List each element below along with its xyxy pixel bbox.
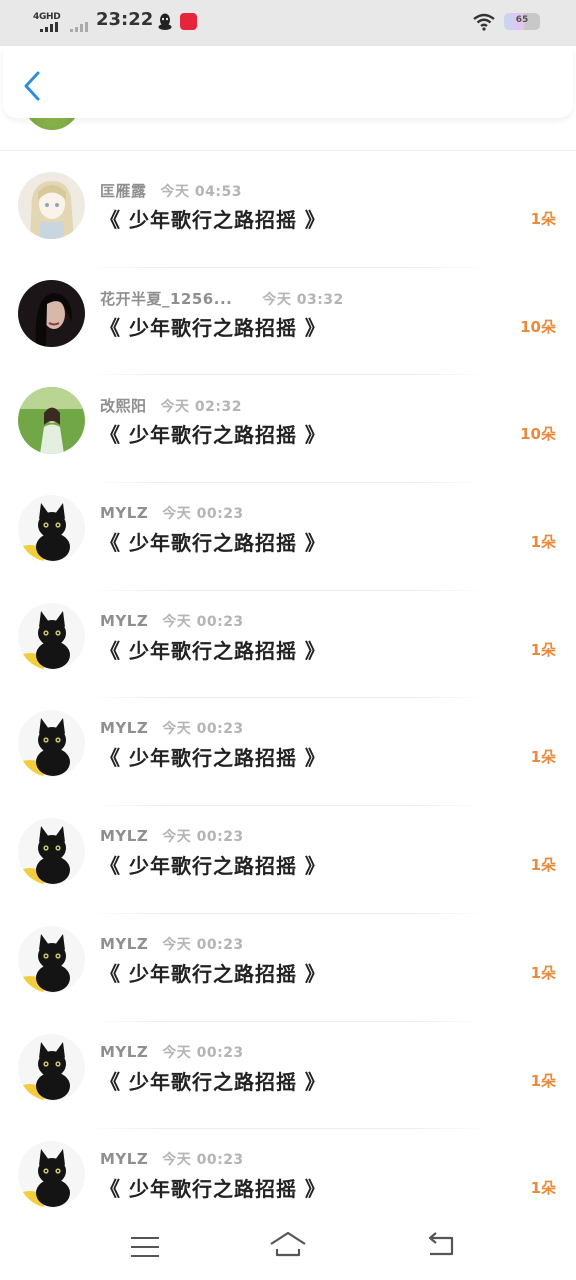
user-name[interactable]: MYLZ <box>100 827 148 845</box>
user-name[interactable]: 改熙阳 <box>100 397 147 415</box>
user-name[interactable]: MYLZ <box>100 1043 148 1061</box>
signal-icon <box>40 22 58 32</box>
avatar[interactable] <box>18 1033 85 1101</box>
item-meta: 匡雁露 今天 04:53 <box>100 180 242 202</box>
list-item[interactable]: MYLZ 今天 00:23 《 少年歌行之路招摇 》 1朵 <box>0 591 576 699</box>
item-meta: MYLZ 今天 00:23 <box>100 503 244 525</box>
status-bar: 4GHD 23:22 65 <box>0 0 576 46</box>
avatar[interactable] <box>18 818 85 886</box>
timestamp: 今天 02:32 <box>160 399 242 416</box>
book-title: 《 少年歌行之路招摇 》 <box>100 315 326 340</box>
flower-count: 1朵 <box>530 748 556 767</box>
user-name[interactable]: 匡雁露 <box>100 182 147 200</box>
network-type: 4GHD <box>33 12 61 22</box>
timestamp: 今天 00:23 <box>162 1152 244 1169</box>
item-meta: MYLZ 今天 00:23 <box>100 718 244 740</box>
user-name[interactable]: MYLZ <box>100 504 148 522</box>
book-title: 《 少年歌行之路招摇 》 <box>100 961 326 986</box>
item-meta: MYLZ 今天 00:23 <box>100 934 244 956</box>
book-title: 《 少年歌行之路招摇 》 <box>100 746 326 771</box>
book-title: 《 少年歌行之路招摇 》 <box>100 531 326 556</box>
signal-icon-2 <box>70 22 88 32</box>
user-name[interactable]: MYLZ <box>100 612 148 630</box>
timestamp: 今天 00:23 <box>162 613 244 630</box>
flower-count: 10朵 <box>520 317 556 336</box>
timestamp: 今天 03:32 <box>262 291 344 308</box>
timestamp: 今天 00:23 <box>162 829 244 846</box>
battery-level: 65 <box>515 15 529 25</box>
flower-count: 10朵 <box>520 425 556 444</box>
list-item[interactable]: MYLZ 今天 00:23 《 少年歌行之路招摇 》 1朵 <box>0 806 576 914</box>
list-item[interactable]: 花开半夏_1256... 今天 03:32 《 少年歌行之路招摇 》 10朵 <box>0 268 576 376</box>
wifi-icon <box>473 13 495 31</box>
book-title: 《 少年歌行之路招摇 》 <box>100 208 326 232</box>
item-meta: 改熙阳 今天 02:32 <box>100 395 242 417</box>
battery-icon: 65 <box>504 13 540 30</box>
flower-count: 1朵 <box>530 1071 556 1090</box>
user-name[interactable]: MYLZ <box>100 935 148 953</box>
avatar[interactable] <box>18 495 85 563</box>
qq-icon <box>158 13 172 30</box>
avatar[interactable] <box>18 279 85 347</box>
avatar[interactable] <box>18 925 85 993</box>
item-meta: MYLZ 今天 00:23 <box>100 1149 244 1171</box>
book-title: 《 少年歌行之路招摇 》 <box>100 1177 326 1202</box>
timestamp: 今天 00:23 <box>162 1044 244 1061</box>
divider <box>0 150 576 151</box>
avatar[interactable] <box>18 387 85 455</box>
timestamp: 今天 00:23 <box>162 936 244 953</box>
user-name[interactable]: MYLZ <box>100 1150 148 1168</box>
gift-list: 匡雁露 今天 04:53 《 少年歌行之路招摇 》 1朵 花开半夏_1256... 今天 … <box>0 160 576 1237</box>
list-item[interactable]: 匡雁露 今天 04:53 《 少年歌行之路招摇 》 1朵 <box>0 160 576 268</box>
book-title: 《 少年歌行之路招摇 》 <box>100 423 326 448</box>
system-nav-bar <box>0 1220 576 1280</box>
user-name[interactable]: MYLZ <box>100 719 148 737</box>
avatar[interactable] <box>18 602 85 670</box>
status-time: 23:22 <box>96 9 154 30</box>
back-icon[interactable] <box>424 1232 456 1260</box>
chevron-left-icon[interactable] <box>19 70 45 102</box>
item-meta: MYLZ 今天 00:23 <box>100 826 244 848</box>
item-meta: 花开半夏_1256... 今天 03:32 <box>100 288 344 310</box>
avatar[interactable] <box>18 1141 85 1209</box>
item-meta: MYLZ 今天 00:23 <box>100 611 244 633</box>
timestamp: 今天 00:23 <box>162 721 244 738</box>
flower-count: 1朵 <box>530 210 556 228</box>
app-notification-icon <box>180 13 197 30</box>
item-meta: MYLZ 今天 00:23 <box>100 1042 244 1064</box>
home-icon[interactable] <box>268 1230 308 1262</box>
flower-count: 1朵 <box>530 856 556 875</box>
list-item[interactable]: MYLZ 今天 00:23 《 少年歌行之路招摇 》 1朵 <box>0 483 576 591</box>
list-item[interactable]: MYLZ 今天 00:23 《 少年歌行之路招摇 》 1朵 <box>0 914 576 1022</box>
timestamp: 今天 00:23 <box>162 506 244 523</box>
list-item[interactable]: 改熙阳 今天 02:32 《 少年歌行之路招摇 》 10朵 <box>0 375 576 484</box>
header <box>3 46 573 118</box>
flower-count: 1朵 <box>530 533 556 552</box>
flower-count: 1朵 <box>530 963 556 982</box>
user-name[interactable]: 花开半夏_1256... <box>100 290 232 308</box>
menu-icon[interactable] <box>130 1235 160 1259</box>
timestamp: 今天 04:53 <box>160 184 242 200</box>
list-item[interactable]: MYLZ 今天 00:23 《 少年歌行之路招摇 》 1朵 <box>0 698 576 807</box>
book-title: 《 少年歌行之路招摇 》 <box>100 854 326 879</box>
book-title: 《 少年歌行之路招摇 》 <box>100 638 326 663</box>
list-item[interactable]: MYLZ 今天 00:23 《 少年歌行之路招摇 》 1朵 <box>0 1022 576 1130</box>
avatar[interactable] <box>18 710 85 778</box>
avatar[interactable] <box>18 172 85 239</box>
book-title: 《 少年歌行之路招摇 》 <box>100 1069 326 1094</box>
flower-count: 1朵 <box>530 1179 556 1198</box>
flower-count: 1朵 <box>530 640 556 659</box>
